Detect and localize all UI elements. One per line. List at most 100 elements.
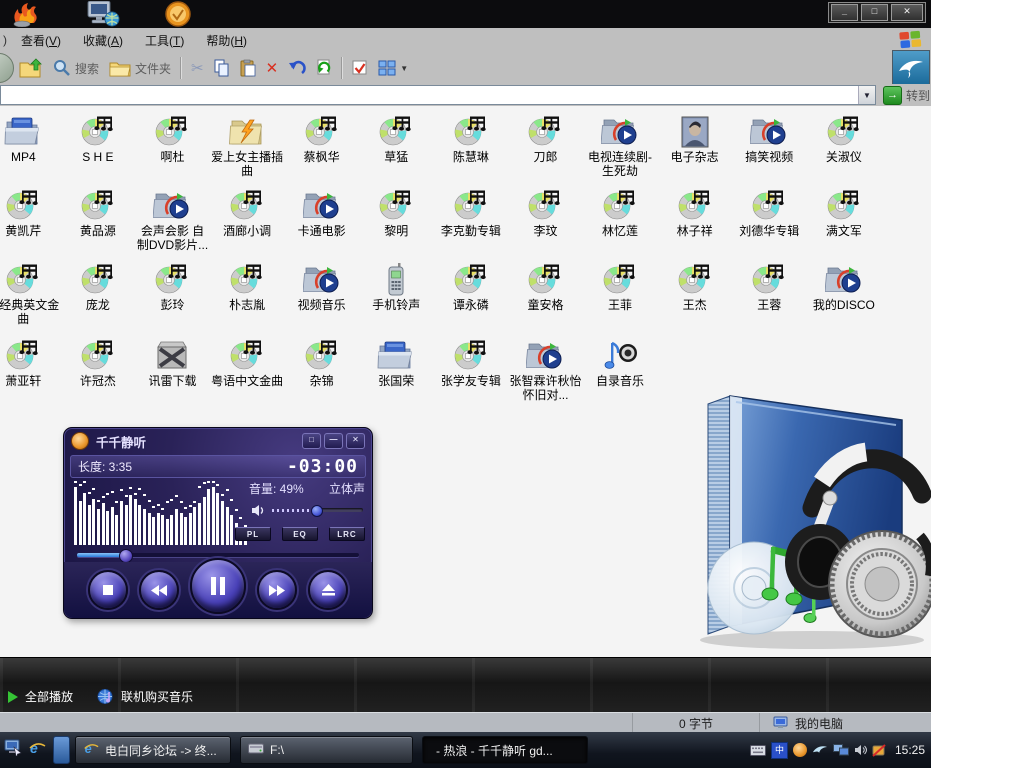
file-icon-item[interactable]: 卡通电影 [284,184,359,252]
file-icon-item[interactable]: 林忆莲 [583,184,658,252]
tray-xunlei-icon[interactable] [812,744,828,757]
file-icon-item[interactable]: 王蓉 [732,258,807,326]
file-icon-item[interactable]: 酒廊小调 [210,184,285,252]
file-icon-item[interactable]: 关淑仪 [807,110,882,178]
file-icon-item[interactable]: 刘德华专辑 [732,184,807,252]
file-icon-item[interactable]: 李玟 [508,184,583,252]
file-icon-item[interactable]: 陈慧琳 [434,110,509,178]
copy-button[interactable] [209,57,235,79]
back-button-fragment[interactable] [0,53,14,83]
task-button[interactable]: e电白同乡论坛 -> 终... [75,736,231,764]
file-icon-item[interactable]: 张学友专辑 [434,334,509,402]
close-button[interactable]: ✕ [891,4,923,21]
views-button[interactable]: ▼ [373,58,413,78]
file-icon-item[interactable]: 萧亚轩 [0,334,61,402]
tray-ime-chinese-icon[interactable]: 中 [771,742,788,759]
volume-slider[interactable] [272,505,363,515]
menu-item[interactable]: 帮助(H) [195,28,258,53]
eject-button[interactable] [308,570,348,610]
player-titlebar[interactable]: 千千静听 □ — ✕ [64,428,372,454]
paste-button[interactable] [235,57,261,79]
file-icon-item[interactable]: 黎明 [359,184,434,252]
menu-item[interactable]: 收藏(A) [72,28,134,53]
file-icon-item[interactable]: 手机铃声 [359,258,434,326]
seek-slider-knob[interactable] [119,549,133,563]
forward-button[interactable] [257,570,297,610]
file-icon-item[interactable]: 林子祥 [657,184,732,252]
tray-volume-icon[interactable] [854,744,867,756]
file-icon-item[interactable]: 蔡枫华 [284,110,359,178]
file-icon-item[interactable]: 美经典英文金曲 [0,258,61,326]
file-icon-item[interactable]: 王杰 [657,258,732,326]
file-icon-item[interactable]: 童安格 [508,258,583,326]
file-icon-item[interactable]: 朴志胤 [210,258,285,326]
folder-content-area[interactable]: MP4 S H E 啊杜 爱上女主播插曲 蔡枫华 [0,106,931,657]
file-icon-item[interactable]: 视频音乐 [284,258,359,326]
tray-ttplayer-icon[interactable] [793,743,807,757]
xunlei-bird-button[interactable] [892,50,930,85]
file-icon-item[interactable]: 啊杜 [135,110,210,178]
pl-button[interactable]: PL [235,527,271,541]
file-icon-item[interactable]: 张智霖许秋怡怀旧对... [508,334,583,402]
address-combobox[interactable]: ▼ [0,85,876,105]
undo-button[interactable] [283,58,311,78]
file-icon-item[interactable]: 黄品源 [61,184,136,252]
file-icon-item[interactable]: 我的DISCO [807,258,882,326]
file-icon-item[interactable]: 搞笑视频 [732,110,807,178]
minimize-button[interactable]: _ [831,4,858,21]
folders-button[interactable]: 文件夹 [104,57,176,79]
file-icon-item[interactable]: 杂锦 [284,334,359,402]
validate-button[interactable] [347,58,373,78]
show-desktop-icon[interactable] [4,739,23,761]
file-icon-item[interactable]: 庞龙 [61,258,136,326]
file-icon-item[interactable]: 谭永磷 [434,258,509,326]
address-input[interactable] [1,86,858,104]
file-icon-item[interactable]: MP4 [0,110,61,178]
up-folder-button[interactable] [14,56,48,80]
quick-launch-divider[interactable] [53,736,70,764]
pause-button[interactable] [190,558,246,614]
delete-button[interactable]: ✕ [261,57,284,79]
file-icon-item[interactable]: 电视连续剧-生死劫 [583,110,658,178]
eq-button[interactable]: EQ [282,527,318,541]
player-window[interactable]: 千千静听 □ — ✕ 长度: 3:35 -03:00 音量: 49% 立体声 [63,427,373,619]
tray-network-icon[interactable] [833,744,849,756]
address-dropdown-button[interactable]: ▼ [858,86,875,104]
tray-keyboard-icon[interactable] [750,745,766,756]
file-icon-item[interactable]: 张国荣 [359,334,434,402]
file-icon-item[interactable]: 爱上女主播插曲 [210,110,285,178]
rewind-button[interactable] [139,570,179,610]
task-button[interactable]: F:\ [240,736,413,764]
refresh-button[interactable] [311,57,337,79]
task-button[interactable]: - 热浪 - 千千静听 gd... [422,736,588,764]
file-icon-item[interactable]: 讯雷下载 [135,334,210,402]
maximize-button[interactable]: □ [861,4,888,21]
file-icon-item[interactable]: 王菲 [583,258,658,326]
cut-button[interactable]: ✂ [186,57,209,79]
file-icon-item[interactable]: 彭玲 [135,258,210,326]
player-close-button[interactable]: ✕ [346,433,365,449]
buy-music-online-button[interactable]: 联机购买音乐 [97,688,193,705]
file-icon-item[interactable]: 草猛 [359,110,434,178]
volume-slider-knob[interactable] [311,505,323,517]
menu-item[interactable]: 工具(T) [134,28,195,53]
play-all-button[interactable]: 全部播放 [8,688,73,705]
lrc-button[interactable]: LRC [329,527,365,541]
player-restore-button[interactable]: □ [302,433,321,449]
file-icon-item[interactable]: 满文军 [807,184,882,252]
search-button[interactable]: 搜索 [48,57,104,79]
stop-button[interactable] [88,570,128,610]
file-icon-item[interactable]: 许冠杰 [61,334,136,402]
menu-item[interactable]: 查看(V) [10,28,72,53]
player-minimize-button[interactable]: — [324,433,343,449]
taskbar-clock[interactable]: 15:25 [895,743,925,757]
file-icon-item[interactable]: 会声会影 自制DVD影片... [135,184,210,252]
file-icon-item[interactable]: 电子杂志 [657,110,732,178]
file-icon-item[interactable]: S H E [61,110,136,178]
ie-launch-icon[interactable]: e [28,740,46,761]
file-icon-item[interactable]: 李克勤专辑 [434,184,509,252]
file-icon-item[interactable]: 刀郎 [508,110,583,178]
file-icon-item[interactable]: 粤语中文金曲 [210,334,285,402]
file-icon-item[interactable]: 黄凯芹 [0,184,61,252]
file-icon-item[interactable]: 自录音乐 [583,334,658,402]
